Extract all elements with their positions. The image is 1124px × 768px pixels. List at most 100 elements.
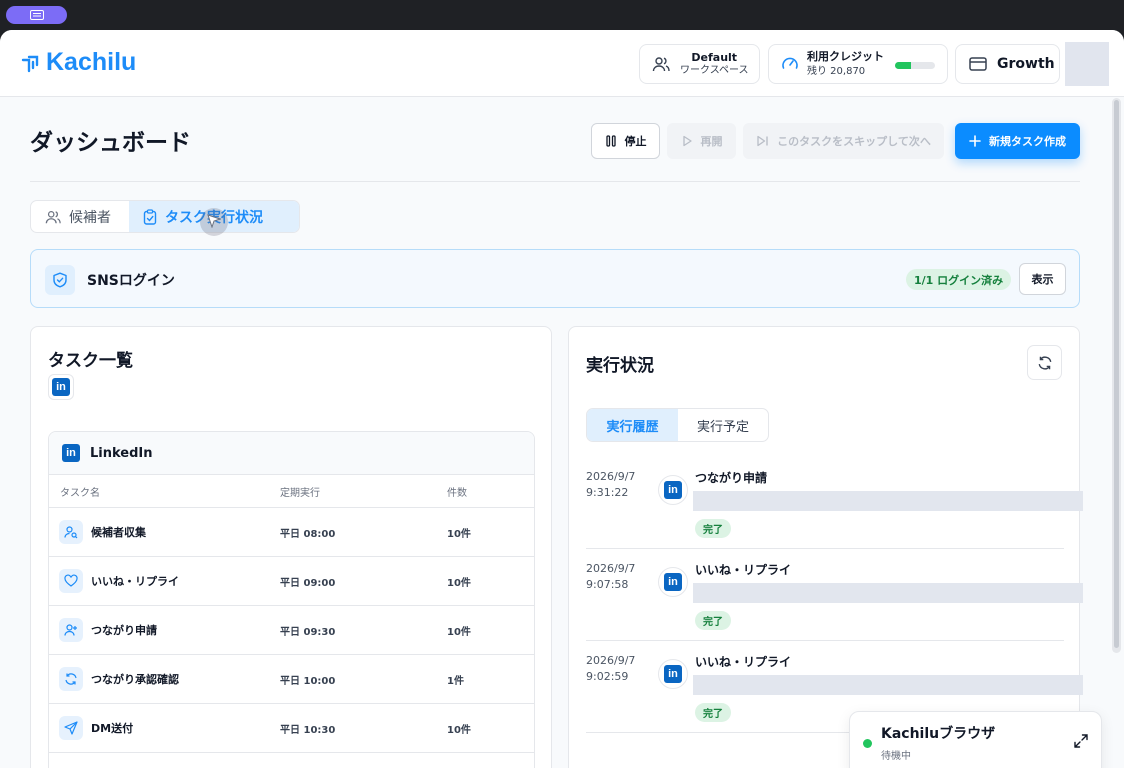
- column-header-schedule: 定期実行: [280, 487, 320, 499]
- refresh-icon: [1038, 355, 1051, 370]
- table-row[interactable]: DM送付 平日 10:30 10件: [49, 704, 534, 753]
- workspace-name: Default: [691, 51, 738, 65]
- table-platform-header: in LinkedIn: [49, 432, 534, 475]
- stop-button[interactable]: 停止: [591, 123, 660, 159]
- divider: [30, 181, 1080, 182]
- sns-login-card: SNSログイン 1/1 ログイン済み 表示: [30, 249, 1080, 308]
- logo-text: Kachilu: [46, 48, 137, 76]
- window-titlebar: [0, 0, 1124, 30]
- linkedin-icon: in: [658, 475, 688, 505]
- tab-execution-history[interactable]: 実行履歴: [587, 409, 678, 441]
- task-count: 10件: [447, 528, 471, 540]
- send-icon: [59, 716, 83, 740]
- history-date: 2026/9/7: [586, 654, 636, 667]
- table-row[interactable]: いいね・リプライ 平日 09:00 10件: [49, 557, 534, 606]
- tab-execution-schedule[interactable]: 実行予定: [678, 409, 768, 441]
- history-time: 9:31:22: [586, 485, 629, 499]
- new-task-button[interactable]: 新規タスク作成: [955, 123, 1080, 159]
- status-badge: 完了: [695, 519, 731, 538]
- app-window: Kachilu Default ワークスペース 利用クレジット 残り 20,87…: [0, 30, 1124, 768]
- refresh-button[interactable]: [1027, 345, 1062, 380]
- linkedin-icon: in: [658, 659, 688, 689]
- sns-login-title: SNSログイン: [87, 273, 175, 289]
- plan-button[interactable]: Growth: [955, 44, 1060, 84]
- table-row[interactable]: つながり申請 平日 09:30 10件: [49, 606, 534, 655]
- table-row[interactable]: 候補者収集 平日 08:00 10件: [49, 508, 534, 557]
- status-badge: 完了: [695, 611, 731, 630]
- browser-status-card[interactable]: Kachiluブラウザ 待機中: [849, 711, 1102, 768]
- skip-label: このタスクをスキップして次へ: [777, 135, 931, 148]
- history-date: 2026/9/7: [586, 562, 636, 575]
- skip-task-button[interactable]: このタスクをスキップして次へ: [743, 123, 944, 159]
- linkedin-icon: in: [658, 567, 688, 597]
- table-row[interactable]: つながり承認確認 平日 10:00 1件: [49, 655, 534, 704]
- users-icon: [45, 210, 61, 223]
- skip-forward-icon: [757, 135, 768, 147]
- task-count: 10件: [447, 577, 471, 589]
- task-count: 10件: [447, 626, 471, 638]
- scrollbar[interactable]: [1112, 98, 1121, 653]
- task-count: 1件: [447, 675, 464, 687]
- linkedin-filter-chip[interactable]: in: [48, 374, 74, 400]
- main-tabs: 候補者 タスク実行状況: [30, 200, 300, 233]
- task-name: つながり承認確認: [91, 673, 179, 686]
- tab-candidates-label: 候補者: [69, 209, 111, 226]
- credit-progress-bar: [895, 62, 935, 69]
- execution-subtabs: 実行履歴 実行予定: [586, 408, 769, 442]
- heart-icon: [59, 569, 83, 593]
- resume-button[interactable]: 再開: [667, 123, 736, 159]
- users-icon: [652, 57, 670, 72]
- task-name: DM送付: [91, 722, 134, 735]
- task-schedule: 平日 10:30: [280, 724, 336, 736]
- credit-title: 利用クレジット: [807, 50, 884, 64]
- history-title: いいね・リプライ: [695, 563, 792, 577]
- header: Kachilu Default ワークスペース 利用クレジット 残り 20,87…: [0, 30, 1124, 97]
- linkedin-icon: in: [52, 378, 70, 396]
- avatar[interactable]: [1065, 42, 1109, 86]
- execution-status-title: 実行状況: [586, 356, 654, 376]
- stop-label: 停止: [624, 135, 647, 148]
- table-column-headers: タスク名 定期実行 件数: [49, 475, 534, 508]
- expand-icon[interactable]: [1072, 732, 1090, 750]
- column-header-name: タスク名: [60, 487, 100, 499]
- play-icon: [682, 135, 692, 147]
- credit-card-icon: [969, 57, 987, 71]
- history-item[interactable]: 2026/9/7 9:07:58 in いいね・リプライ 完了: [586, 561, 1083, 641]
- refresh-icon: [59, 667, 83, 691]
- logo[interactable]: Kachilu: [20, 48, 136, 77]
- task-name: 候補者収集: [91, 526, 146, 539]
- history-date: 2026/9/7: [586, 470, 636, 483]
- show-button[interactable]: 表示: [1019, 263, 1066, 295]
- shield-icon: [45, 265, 75, 295]
- history-item[interactable]: 2026/9/7 9:31:22 in つながり申請 完了: [586, 469, 1083, 549]
- page-title: ダッシュボード: [30, 130, 191, 156]
- history-time: 9:02:59: [586, 669, 629, 683]
- history-datetime: 2026/9/7 9:02:59: [586, 653, 635, 685]
- tab-candidates[interactable]: 候補者: [31, 201, 129, 232]
- task-schedule: 平日 08:00: [280, 528, 336, 540]
- task-list-panel: タスク一覧 in in LinkedIn タスク名 定期実行 件数 候補者収集 …: [30, 326, 552, 768]
- history-detail-placeholder: [693, 491, 1083, 511]
- linkedin-task-table: in LinkedIn タスク名 定期実行 件数 候補者収集 平日 08:00 …: [48, 431, 535, 768]
- window-tab-pill[interactable]: [6, 6, 67, 24]
- history-detail-placeholder: [693, 583, 1083, 603]
- scrollbar-thumb[interactable]: [1114, 100, 1119, 648]
- execution-status-panel: 実行状況 実行履歴 実行予定 2026/9/7 9:31:22 in つながり申…: [568, 326, 1083, 768]
- workspace-selector[interactable]: Default ワークスペース: [639, 44, 760, 84]
- window-icon: [30, 10, 44, 20]
- logo-icon: [21, 55, 39, 72]
- task-list-title: タスク一覧: [48, 351, 133, 371]
- user-plus-icon: [59, 618, 83, 642]
- clipboard-check-icon: [143, 208, 157, 225]
- history-time: 9:07:58: [586, 577, 629, 591]
- plus-icon: [969, 135, 981, 147]
- mouse-cursor-halo: [200, 208, 228, 236]
- history-title: いいね・リプライ: [695, 655, 792, 669]
- column-header-count: 件数: [447, 487, 467, 499]
- history-title: つながり申請: [695, 471, 768, 485]
- login-status-badge: 1/1 ログイン済み: [906, 269, 1012, 290]
- platform-label: LinkedIn: [90, 445, 153, 461]
- resume-label: 再開: [700, 135, 723, 148]
- user-search-icon: [59, 520, 83, 544]
- credit-indicator[interactable]: 利用クレジット 残り 20,870: [768, 44, 948, 84]
